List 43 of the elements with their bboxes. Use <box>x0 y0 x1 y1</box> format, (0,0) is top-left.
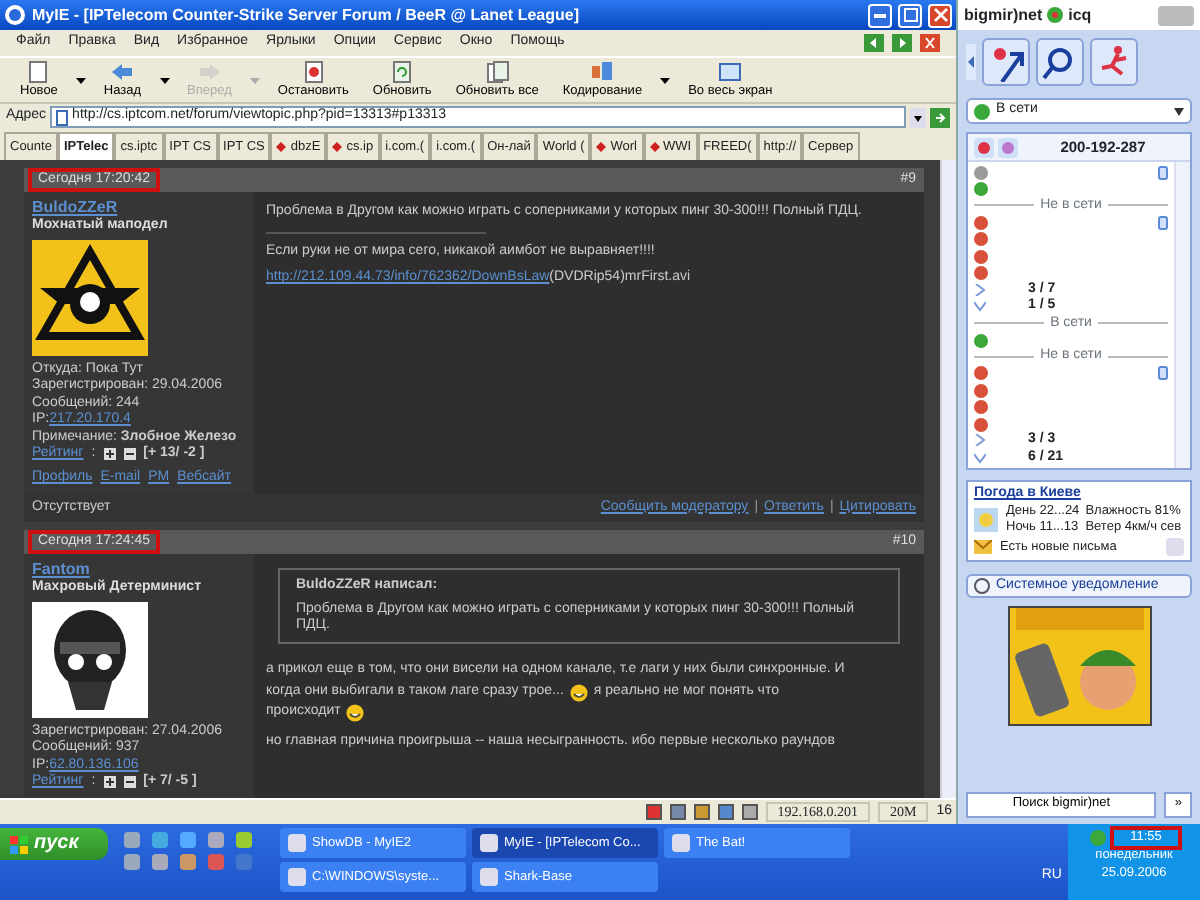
app-icon <box>672 834 690 852</box>
close-icon <box>933 8 947 22</box>
messages-tab-icon[interactable] <box>998 137 1018 157</box>
fullscreen-icon <box>718 60 743 85</box>
caret-icon[interactable] <box>159 77 170 83</box>
right-arrow-icon <box>197 60 222 85</box>
dropdown-icon[interactable] <box>910 107 926 127</box>
plus-icon[interactable] <box>103 776 116 789</box>
toolbar-button[interactable] <box>982 38 1030 86</box>
ad-banner-drawing <box>1007 606 1151 727</box>
chevron-right-icon[interactable] <box>974 283 986 296</box>
brand-name: bigmir)net <box>964 5 1043 25</box>
restore-icon <box>903 8 917 22</box>
minus-icon[interactable] <box>123 448 136 461</box>
author-link[interactable]: BuldoZZeR <box>32 198 118 218</box>
plus-icon[interactable] <box>103 448 116 461</box>
refresh-page-icon <box>390 60 415 85</box>
caret-icon[interactable] <box>660 77 671 83</box>
close-icon[interactable] <box>920 34 940 52</box>
dropdown-icon <box>1174 107 1184 115</box>
toolbar-button[interactable] <box>1090 38 1138 86</box>
encoding-icon <box>590 60 615 85</box>
go-arrow-icon[interactable] <box>930 107 950 127</box>
restore-button[interactable] <box>898 3 922 27</box>
page-icon <box>56 109 69 125</box>
windows-logo-icon <box>10 835 28 853</box>
envelope-icon <box>974 540 992 555</box>
window-title: MyIE - [IPTelecom Counter-Strike Server Forum / BeeR @ Lanet League] <box>32 5 581 25</box>
minimize-button[interactable] <box>868 3 892 27</box>
minus-icon[interactable] <box>123 776 136 789</box>
caret-icon[interactable] <box>75 77 86 83</box>
product-name: icq <box>1068 5 1094 25</box>
close-button[interactable] <box>928 3 952 27</box>
chevron-down-icon[interactable] <box>974 300 986 313</box>
minimize-icon <box>874 13 886 17</box>
chevron-right-icon[interactable] <box>974 434 986 447</box>
author-link[interactable]: Fantom <box>32 560 90 580</box>
sun-icon <box>974 508 998 533</box>
chevron-down-icon[interactable] <box>974 451 986 464</box>
contacts-tab-icon[interactable] <box>974 137 994 157</box>
left-arrow-icon <box>110 60 135 85</box>
toolbar-button[interactable] <box>1036 38 1084 86</box>
app-globe-icon <box>4 4 26 26</box>
